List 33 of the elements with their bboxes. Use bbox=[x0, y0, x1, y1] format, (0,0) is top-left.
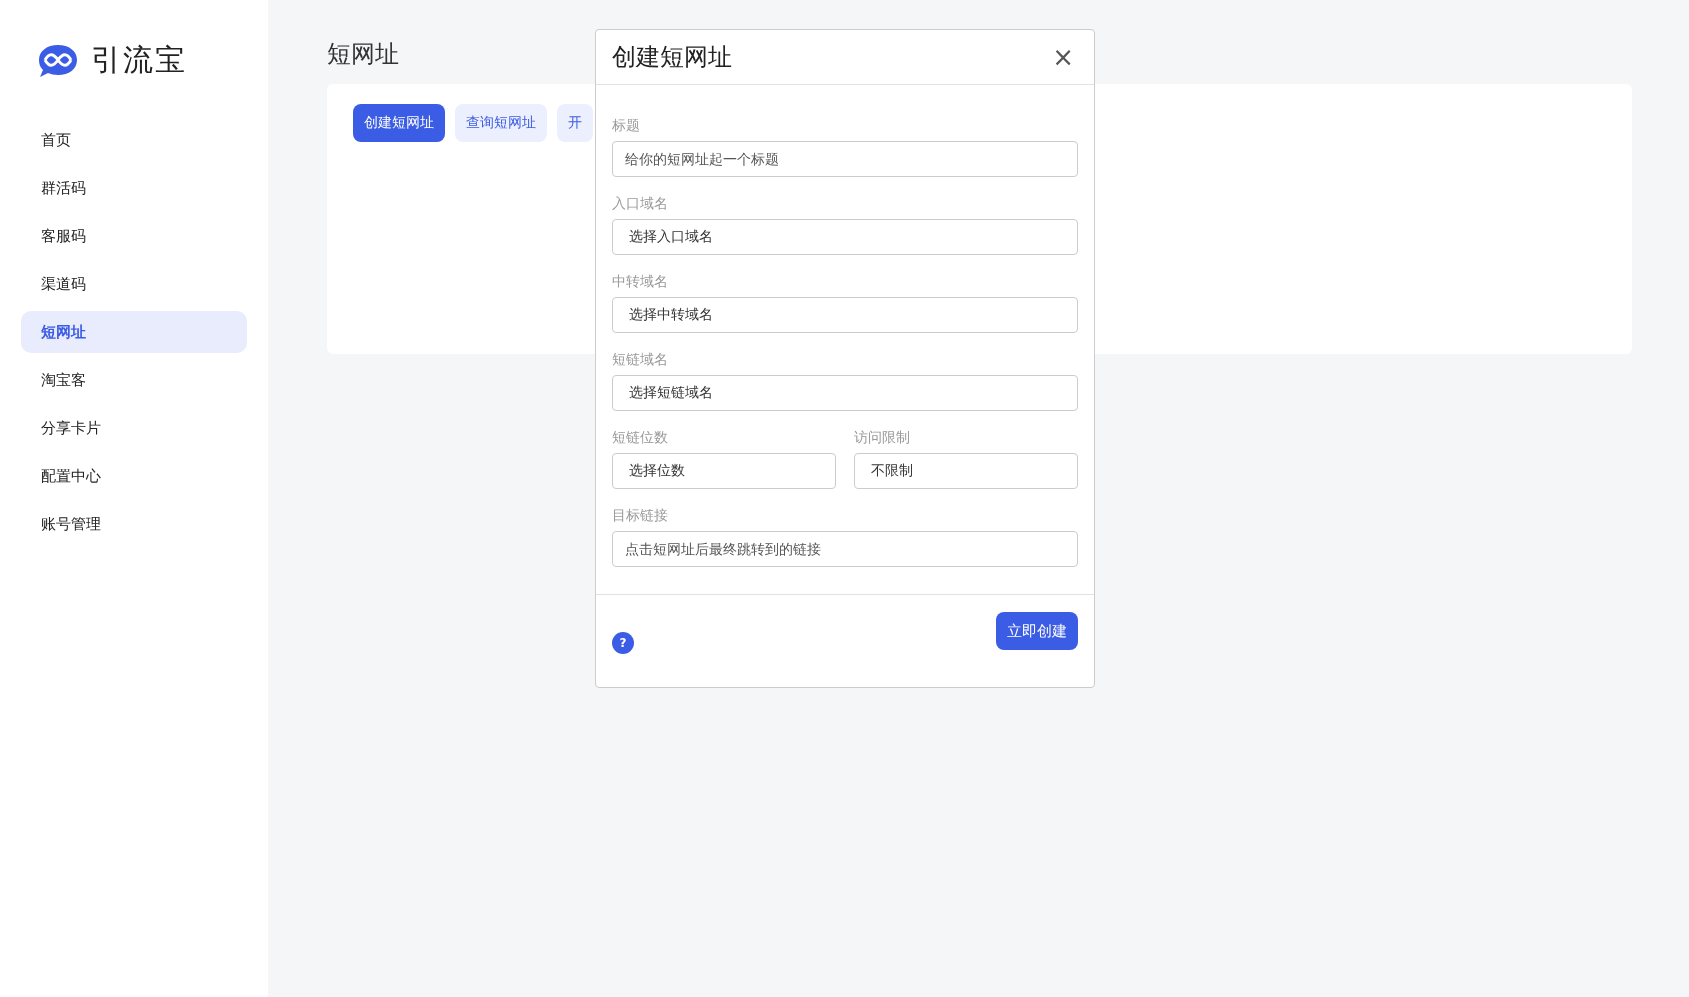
sidebar-item[interactable]: 客服码 bbox=[21, 215, 247, 257]
text-field[interactable]: 给你的短网址起一个标题 bbox=[612, 141, 1078, 177]
sidebar-item[interactable]: 群活码 bbox=[21, 167, 247, 209]
action-button[interactable]: 查询短网址 bbox=[455, 104, 547, 142]
field-label: 短链域名 bbox=[612, 351, 669, 369]
sidebar-item[interactable]: 账号管理 bbox=[21, 503, 247, 545]
action-button[interactable]: 创建短网址 bbox=[353, 104, 445, 142]
help-button[interactable]: ? bbox=[612, 632, 634, 654]
field-label: 入口域名 bbox=[612, 195, 669, 213]
sidebar-item[interactable]: 首页 bbox=[21, 119, 247, 161]
action-button[interactable]: 开 bbox=[557, 104, 593, 142]
brand-name: 引流宝 bbox=[91, 41, 187, 79]
field-label: 短链位数 bbox=[612, 429, 669, 447]
select-field[interactable]: 选择中转域名 bbox=[612, 297, 1078, 333]
text-field[interactable]: 点击短网址后最终跳转到的链接 bbox=[612, 531, 1078, 567]
close-button[interactable]: × bbox=[1048, 44, 1078, 70]
sidebar-item[interactable]: 配置中心 bbox=[21, 455, 247, 497]
dialog-title: 创建短网址 bbox=[612, 42, 732, 73]
field-label: 中转域名 bbox=[612, 273, 669, 291]
select-field[interactable]: 选择入口域名 bbox=[612, 219, 1078, 255]
field-label: 目标链接 bbox=[612, 507, 669, 525]
sidebar-item[interactable]: 短网址 bbox=[21, 311, 247, 353]
page-title: 短网址 bbox=[327, 39, 399, 70]
select-field[interactable]: 选择短链域名 bbox=[612, 375, 1078, 411]
sidebar-item[interactable]: 淘宝客 bbox=[21, 359, 247, 401]
select-field[interactable]: 不限制 bbox=[854, 453, 1078, 489]
sidebar-item[interactable]: 分享卡片 bbox=[21, 407, 247, 449]
field-label: 访问限制 bbox=[854, 429, 911, 447]
field-label: 标题 bbox=[612, 117, 641, 135]
select-field[interactable]: 选择位数 bbox=[612, 453, 836, 489]
create-button[interactable]: 立即创建 bbox=[996, 612, 1078, 650]
logo-icon bbox=[37, 42, 79, 79]
sidebar-item[interactable]: 渠道码 bbox=[21, 263, 247, 305]
